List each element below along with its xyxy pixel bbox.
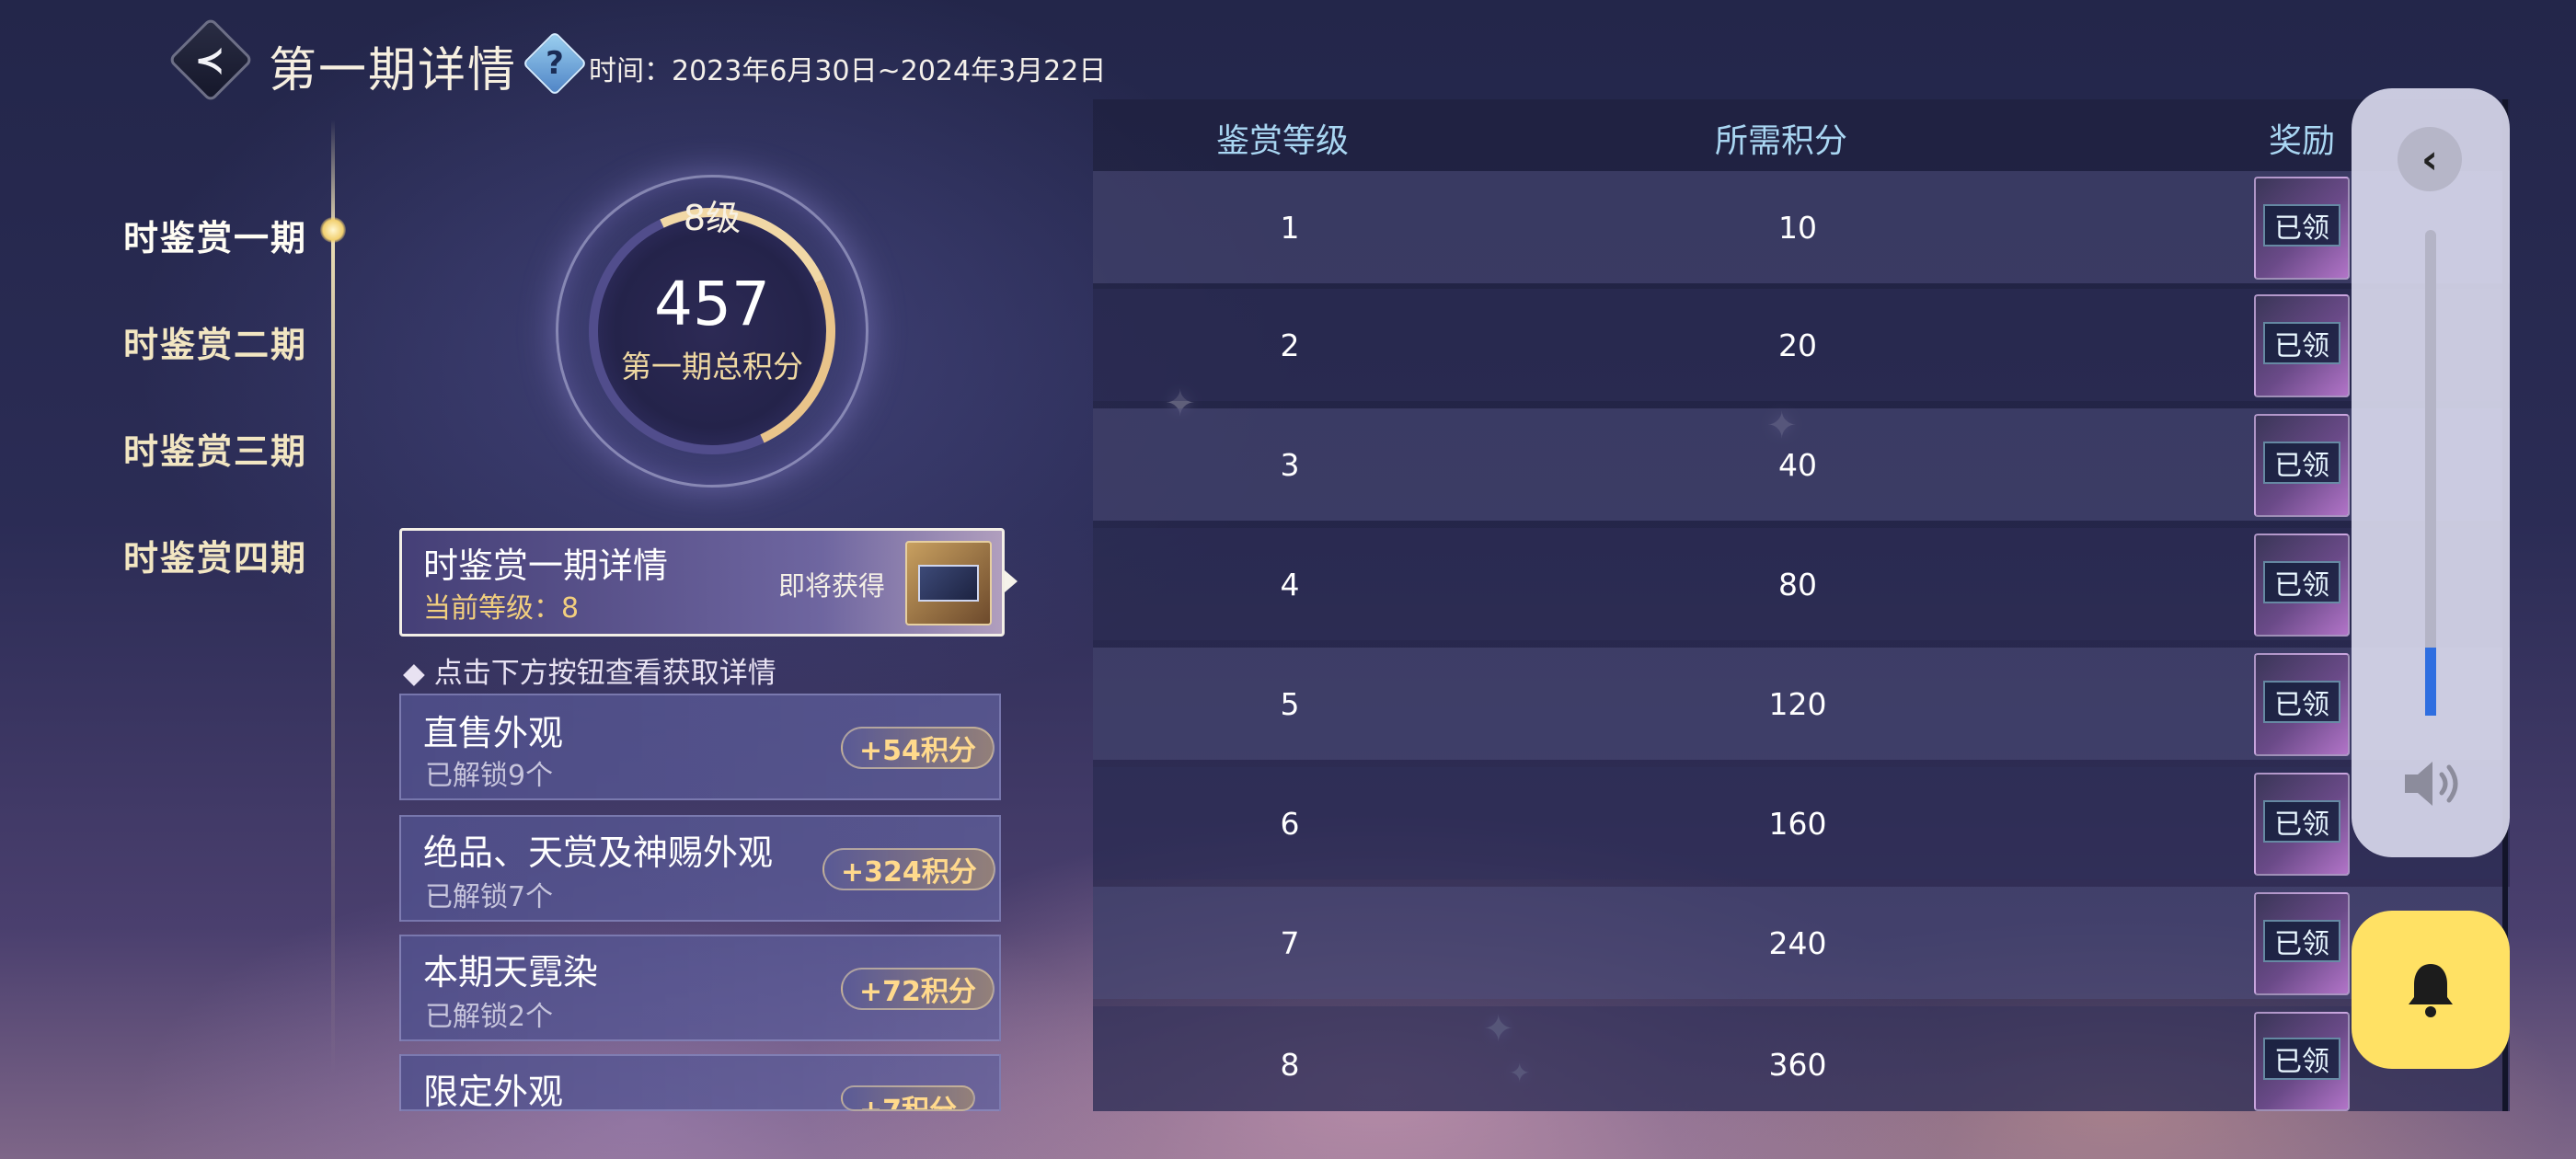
- help-symbol[interactable]: ?: [532, 40, 578, 86]
- reward-claimed-tag: 已领: [2263, 800, 2340, 843]
- table-row: 5 120 已领: [1093, 648, 2510, 760]
- back-logo-icon[interactable]: ≺: [182, 33, 237, 88]
- table-row: 7 240 已领: [1093, 887, 2510, 999]
- bell-icon: [2409, 964, 2453, 1017]
- source-points-badge: +72积分: [841, 968, 995, 1010]
- table-row: 6 160 已领: [1093, 767, 2510, 879]
- nav-item-period-4[interactable]: 时鉴赏四期: [123, 530, 307, 580]
- row-level: 6: [1280, 806, 1300, 842]
- reward-claimed-tag: 已领: [2263, 442, 2340, 484]
- source-points-badge: +7积分: [841, 1085, 976, 1111]
- nav-active-indicator: [320, 217, 346, 243]
- row-points: 40: [1778, 447, 1817, 483]
- notification-button[interactable]: [2352, 911, 2510, 1069]
- nav-item-period-2[interactable]: 时鉴赏二期: [123, 316, 307, 367]
- row-points: 20: [1778, 327, 1817, 363]
- page-title: 第一期详情: [269, 43, 518, 98]
- source-points-badge: +324积分: [822, 848, 995, 890]
- row-level: 3: [1280, 447, 1300, 483]
- volume-slider-fill: [2425, 648, 2436, 716]
- row-points: 120: [1768, 686, 1827, 722]
- score-caption: 第一期总积分: [621, 349, 803, 384]
- source-title: 本期天霓染: [423, 952, 599, 993]
- score-level: 8级: [683, 198, 742, 238]
- column-header-level: 鉴赏等级: [1216, 122, 1350, 160]
- column-header-reward: 奖励: [2269, 122, 2336, 160]
- row-points: 10: [1778, 210, 1817, 246]
- reward-claimed-tag: 已领: [2263, 1038, 2340, 1080]
- source-title: 限定外观: [423, 1072, 564, 1112]
- source-points-badge: +54积分: [841, 727, 995, 769]
- detail-title: 时鉴赏一期详情: [423, 545, 669, 586]
- speaker-icon[interactable]: [2392, 754, 2469, 813]
- reward-claimed-tag: 已领: [2263, 920, 2340, 962]
- detail-soon-label: 即将获得: [778, 570, 886, 602]
- reward-claimed-tag: 已领: [2263, 561, 2340, 603]
- row-points: 360: [1768, 1047, 1827, 1083]
- nav-item-period-3[interactable]: 时鉴赏三期: [123, 423, 307, 474]
- row-level: 2: [1280, 327, 1300, 363]
- row-level: 7: [1280, 925, 1300, 961]
- source-title: 直售外观: [423, 713, 564, 753]
- time-range: 时间：2023年6月30日~2024年3月22日: [589, 55, 1107, 87]
- source-unlocked: 已解锁7个: [425, 881, 554, 913]
- row-level: 4: [1280, 567, 1300, 602]
- table-row: 8 360 已领: [1093, 1006, 2510, 1111]
- reward-image-icon: [918, 565, 979, 602]
- reward-claimed-tag: 已领: [2263, 204, 2340, 247]
- column-header-points: 所需积分: [1715, 122, 1848, 160]
- row-level: 1: [1280, 210, 1300, 246]
- source-unlocked: 已解锁2个: [425, 1001, 554, 1033]
- table-row: 4 80 已领: [1093, 528, 2510, 640]
- row-points: 160: [1768, 806, 1827, 842]
- nav-divider: [331, 120, 335, 1076]
- hint-text: ◆ 点击下方按钮查看获取详情: [403, 657, 776, 690]
- table-row: 1 10 已领: [1093, 171, 2510, 283]
- row-level: 5: [1280, 686, 1300, 722]
- row-level: 8: [1280, 1047, 1300, 1083]
- reward-claimed-tag: 已领: [2263, 681, 2340, 723]
- table-row: 2 20 已领: [1093, 289, 2510, 401]
- nav-item-period-1[interactable]: 时鉴赏一期: [123, 210, 307, 260]
- detail-current-level: 当前等级：8: [423, 592, 580, 625]
- score-total: 457: [654, 269, 770, 339]
- table-row: 3 40 已领: [1093, 408, 2510, 521]
- source-unlocked: 已解锁9个: [425, 760, 554, 792]
- row-points: 240: [1768, 925, 1827, 961]
- hint-label: 点击下方按钮查看获取详情: [433, 657, 776, 690]
- source-title: 绝品、天赏及神赐外观: [423, 832, 774, 873]
- row-points: 80: [1778, 567, 1817, 602]
- caret-right-icon: [1005, 570, 1018, 592]
- chevron-left-icon[interactable]: ‹: [2398, 127, 2462, 191]
- reward-claimed-tag: 已领: [2263, 322, 2340, 364]
- volume-slider[interactable]: [2425, 230, 2436, 716]
